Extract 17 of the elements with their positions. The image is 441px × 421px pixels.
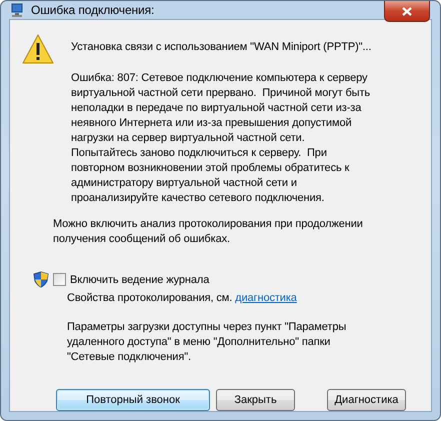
connection-message: Установка связи с использованием "WAN Miniport (PPTP)"... <box>71 40 372 55</box>
properties-text: Свойства протоколирования, см. <box>67 292 232 304</box>
network-icon <box>9 2 25 18</box>
dialog-button[interactable]: Закрыть <box>216 389 295 411</box>
logging-note: Можно включить анализ протоколирования при продолжении получения сообщений об ошибках. <box>53 217 364 247</box>
close-icon <box>402 6 412 16</box>
error-description: Ошибка: 807: Сетевое подключение компьютера к серверу виртуальной частной сети прервано. Причиной могут быть неполадки в передаче по виртуальной частной сети из-за неявного Интернета или из-за превышения допустимой нагрузки на сервер виртуальной частной сети. Попытайтесь заново подключиться к серверу. При повторном возникновении этой проблемы обратитесь к администратору виртуальной частной сети и проанализируйте качество сетевого подключения. <box>71 71 372 206</box>
shield-icon <box>33 271 49 288</box>
load-note: Параметры загрузки доступны через пункт "Параметры удаленного доступа" в меню "Дополнительно" папки "Сетевые подключения". <box>67 320 348 365</box>
dialog-button[interactable]: Диагностика <box>327 389 406 411</box>
warning-icon <box>22 34 54 64</box>
checkbox-label: Включить ведение журнала <box>70 274 210 286</box>
diagnostics-link[interactable]: диагностика <box>235 292 297 304</box>
logging-checkbox[interactable] <box>53 273 66 286</box>
close-button[interactable] <box>384 1 430 22</box>
dialog-button[interactable]: Повторный звонок <box>56 389 210 411</box>
window-title: Ошибка подключения: <box>31 3 154 17</box>
